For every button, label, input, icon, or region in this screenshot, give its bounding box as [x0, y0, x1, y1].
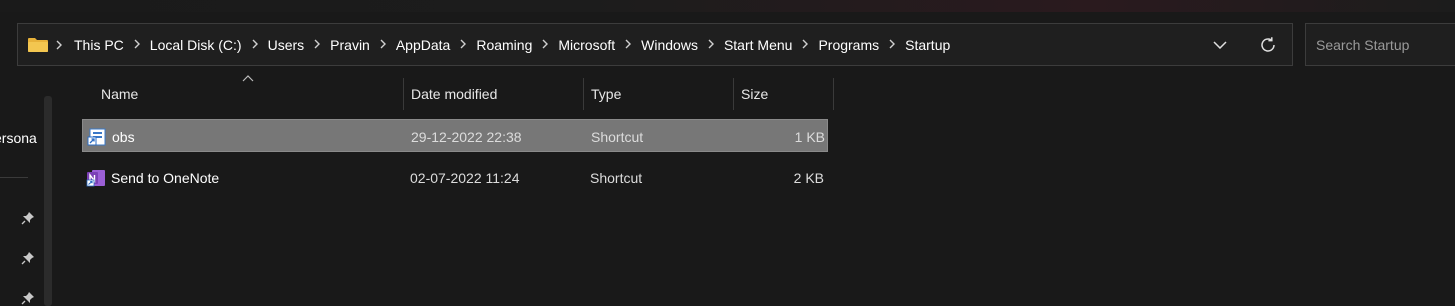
breadcrumb-item[interactable]: Windows [640, 37, 699, 53]
chevron-down-icon[interactable] [1208, 33, 1232, 57]
file-date: 29-12-2022 22:38 [411, 128, 522, 145]
chevron-right-icon[interactable] [243, 37, 267, 52]
breadcrumb-item[interactable]: Start Menu [723, 37, 793, 53]
chevron-right-icon[interactable] [533, 37, 557, 52]
pin-icon[interactable] [21, 291, 35, 305]
column-header-name[interactable]: Name [101, 78, 401, 110]
breadcrumb-item[interactable]: Local Disk (C:) [149, 37, 243, 53]
breadcrumb-item[interactable]: Microsoft [557, 37, 616, 53]
column-header-size[interactable]: Size [741, 78, 831, 110]
chevron-right-icon[interactable] [616, 37, 640, 52]
chevron-right-icon[interactable] [880, 37, 904, 52]
breadcrumb: This PC Local Disk (C:) Users Pravin App… [73, 24, 951, 65]
file-type: Shortcut [591, 128, 644, 145]
breadcrumb-item[interactable]: Roaming [475, 37, 533, 53]
column-divider[interactable] [403, 78, 404, 110]
file-size: 1 KB [794, 128, 825, 145]
column-header-type[interactable]: Type [591, 78, 731, 110]
breadcrumb-item[interactable]: Programs [817, 37, 880, 53]
file-size: 2 KB [793, 169, 824, 186]
file-name[interactable]: obs [112, 120, 135, 153]
chevron-right-icon[interactable] [371, 37, 395, 52]
chevron-right-icon[interactable] [793, 37, 817, 52]
nav-scrollbar[interactable] [44, 96, 52, 306]
chevron-right-icon[interactable] [699, 37, 723, 52]
breadcrumb-item[interactable]: Users [267, 37, 306, 53]
chevron-right-icon[interactable] [305, 37, 329, 52]
file-date: 02-07-2022 11:24 [410, 169, 520, 186]
title-strip [0, 0, 1455, 12]
breadcrumb-item-current[interactable]: Startup [904, 37, 951, 53]
column-divider[interactable] [833, 78, 834, 110]
search-input[interactable] [1305, 23, 1455, 66]
chevron-right-icon[interactable] [451, 37, 475, 52]
column-divider[interactable] [583, 78, 584, 110]
pin-icon[interactable] [21, 251, 35, 265]
nav-divider [0, 177, 28, 178]
nav-item-label[interactable]: ersona [0, 130, 37, 146]
file-type: Shortcut [590, 169, 643, 186]
column-divider[interactable] [733, 78, 734, 110]
breadcrumb-item[interactable]: AppData [395, 37, 451, 53]
breadcrumb-item[interactable]: This PC [73, 37, 125, 53]
pin-icon[interactable] [21, 211, 35, 225]
breadcrumb-item[interactable]: Pravin [329, 37, 371, 53]
column-header-date[interactable]: Date modified [411, 78, 581, 110]
file-row[interactable]: obs 29-12-2022 22:38 Shortcut 1 KB [82, 119, 828, 152]
address-bar[interactable]: This PC Local Disk (C:) Users Pravin App… [17, 23, 1293, 66]
chevron-right-icon[interactable] [125, 37, 149, 52]
onenote-icon [86, 170, 105, 187]
refresh-icon[interactable] [1256, 33, 1280, 57]
chevron-right-icon[interactable] [55, 24, 63, 65]
file-name[interactable]: Send to OneNote [111, 161, 219, 194]
shortcut-icon [87, 128, 106, 146]
file-row[interactable]: Send to OneNote 02-07-2022 11:24 Shortcu… [82, 161, 828, 194]
folder-icon [28, 38, 48, 52]
